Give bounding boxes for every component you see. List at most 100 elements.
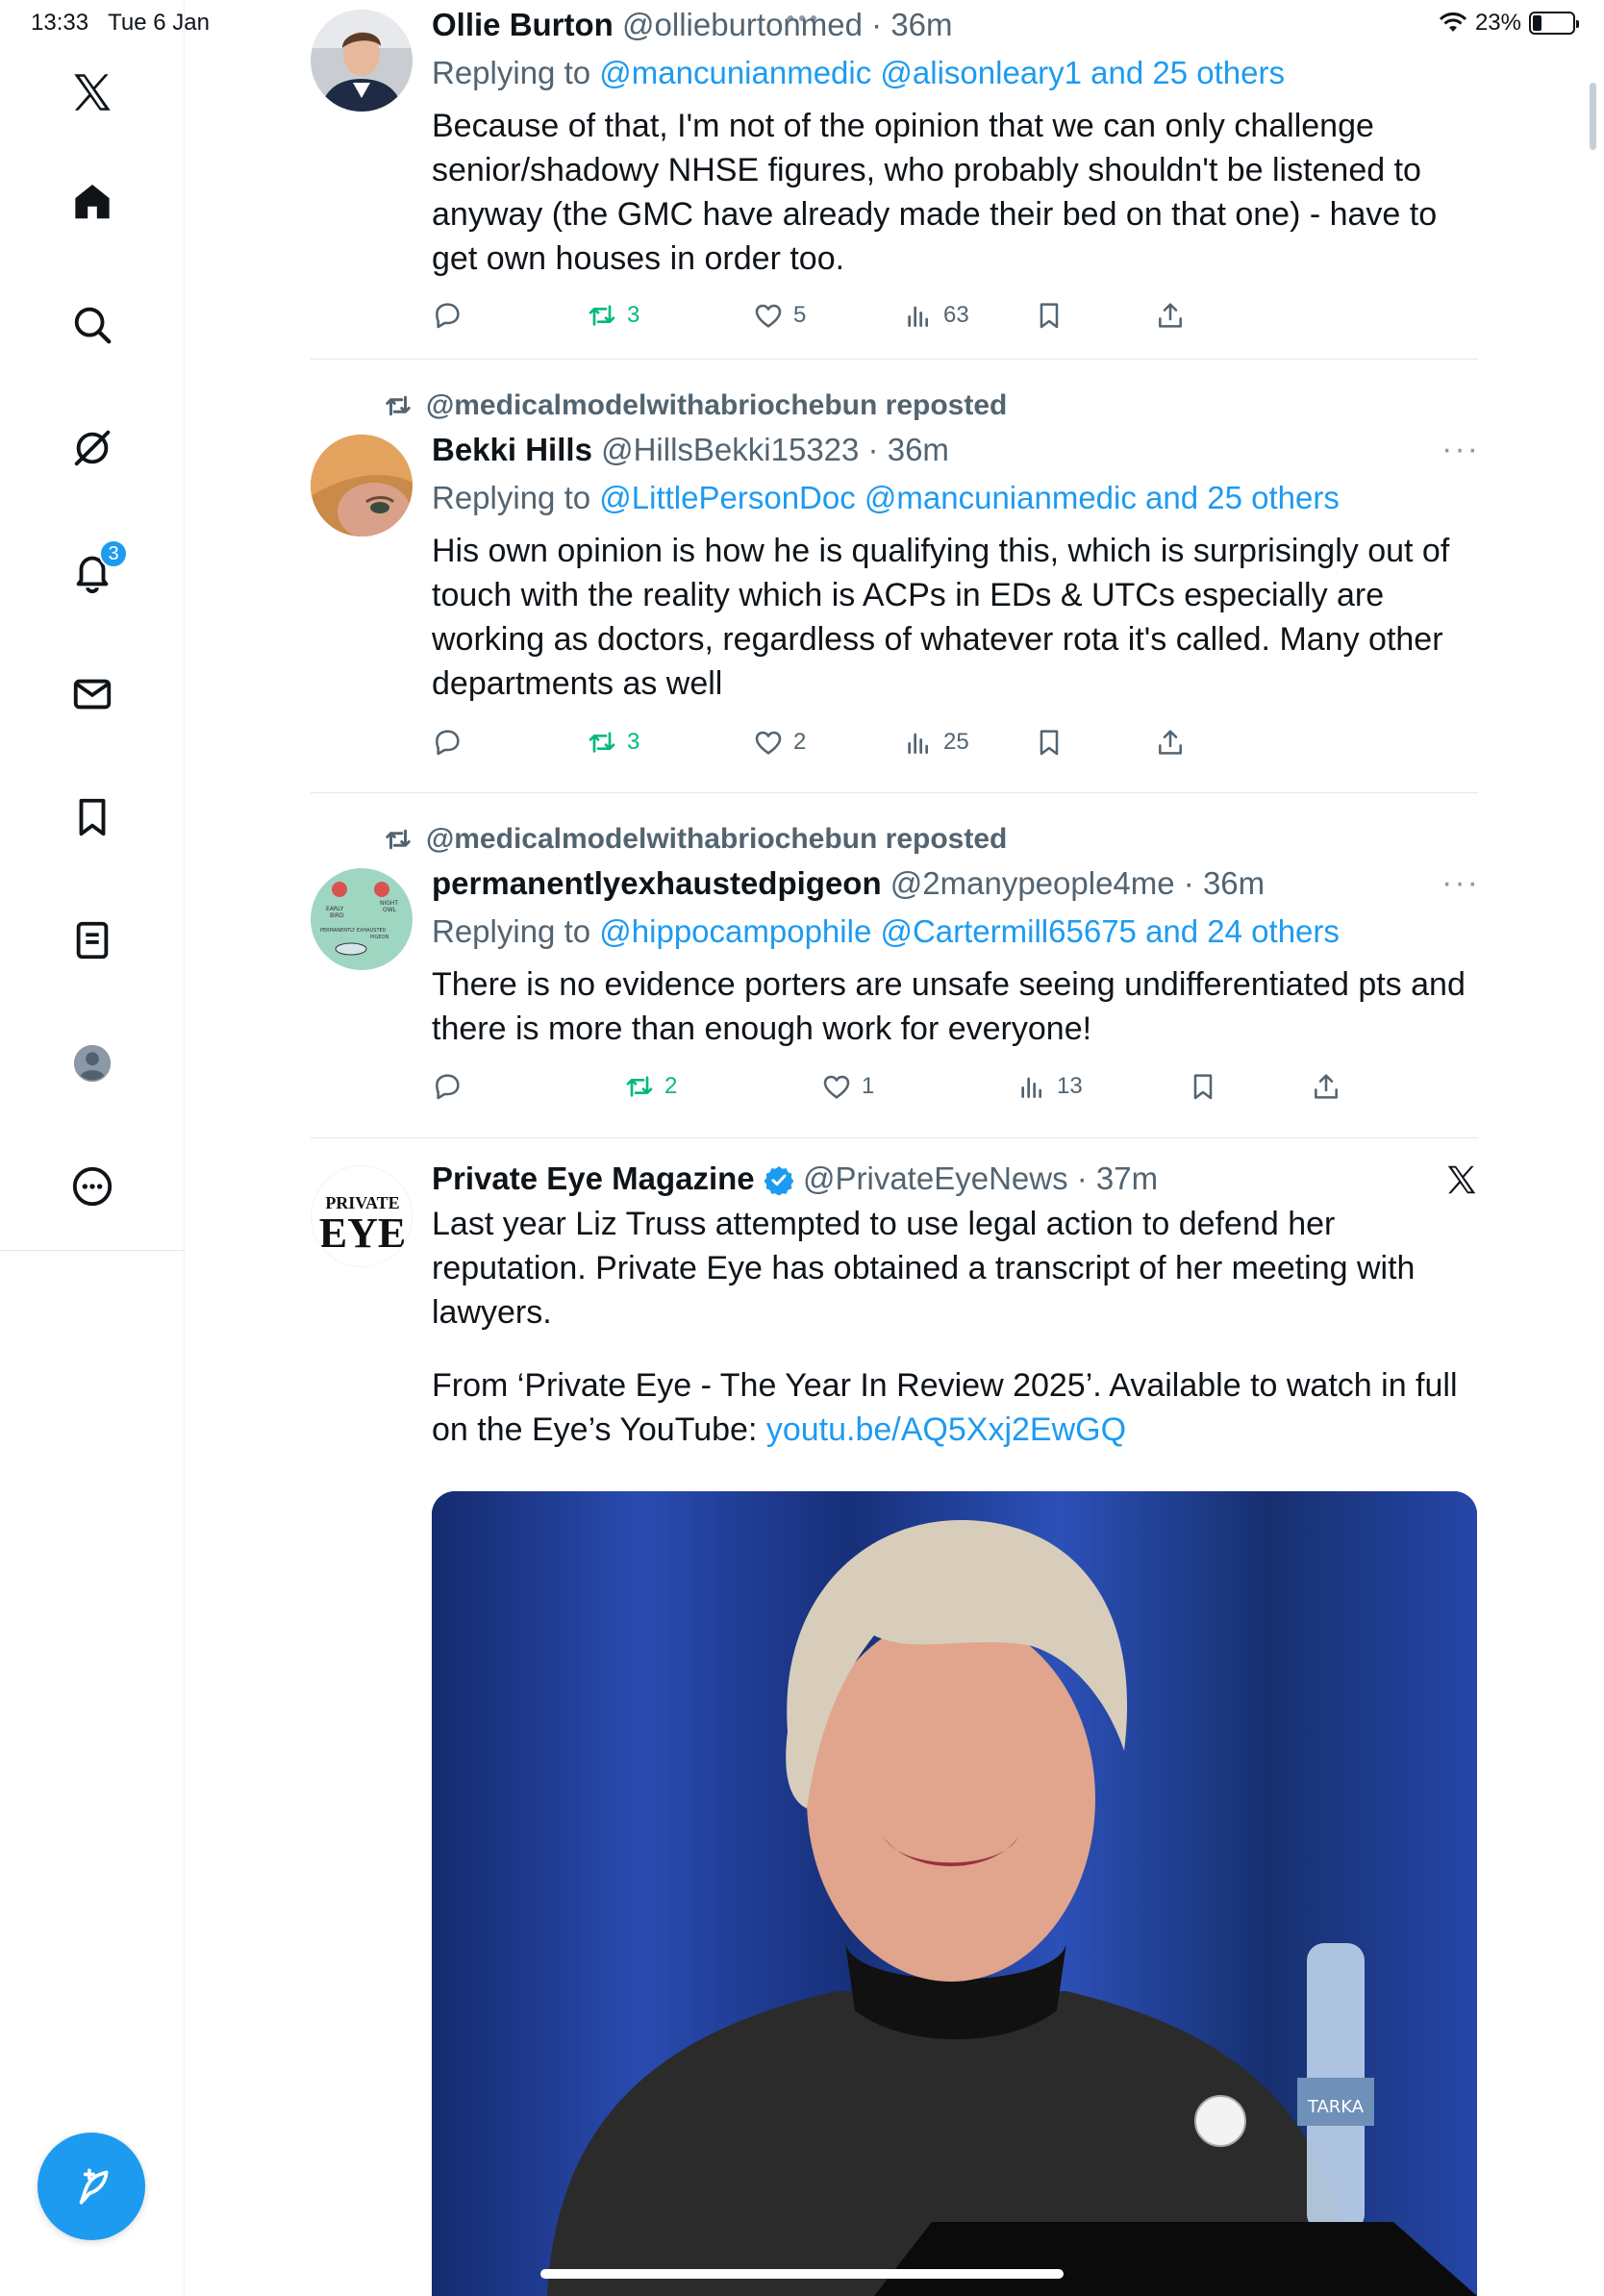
avatar[interactable]: PRIVATE EYE xyxy=(311,1165,413,1267)
replying-to: Replying to @mancunianmedic @alisonleary… xyxy=(432,50,1480,96)
reply-button[interactable] xyxy=(432,300,463,331)
reposted-by: @medicalmodelwithabriochebun reposted xyxy=(426,389,1008,421)
share-button[interactable] xyxy=(1155,727,1186,758)
avatar-label-exhausted: PERMANENTLY EXHAUSTED xyxy=(320,928,387,934)
bookmark-button[interactable] xyxy=(1034,727,1065,758)
avatar-text-eye: EYE xyxy=(319,1210,406,1257)
share-button[interactable] xyxy=(1311,1071,1341,1102)
author-name[interactable]: Bekki Hills xyxy=(432,432,592,467)
heart-icon xyxy=(823,1075,850,1099)
bookmark-button[interactable] xyxy=(1034,300,1065,331)
profile-icon[interactable] xyxy=(60,1031,125,1096)
home-indicator[interactable] xyxy=(540,2269,1064,2279)
analytics-icon xyxy=(908,733,928,754)
avatar[interactable] xyxy=(311,435,413,537)
repost-context[interactable]: @medicalmodelwithabriochebun reposted xyxy=(384,822,1007,857)
notifications-nav[interactable]: 3 xyxy=(60,538,128,604)
bookmark-outline-icon xyxy=(1193,1074,1213,1100)
tweet-divider xyxy=(311,359,1478,360)
repost-context[interactable]: @medicalmodelwithabriochebun reposted xyxy=(384,388,1007,423)
repost-button[interactable]: 3 xyxy=(587,300,639,331)
replying-prefix: Replying to xyxy=(432,480,591,515)
like-count: 2 xyxy=(793,729,807,755)
tweet-divider xyxy=(311,792,1478,793)
analytics-icon xyxy=(1021,1077,1041,1098)
views-button[interactable]: 25 xyxy=(903,727,969,758)
tweet-media-image[interactable]: TARKA xyxy=(432,1491,1477,2296)
author-handle[interactable]: @HillsBekki15323 xyxy=(601,432,859,467)
home-icon[interactable] xyxy=(60,169,125,235)
avatar-label-early: EARLY xyxy=(326,906,344,912)
like-button[interactable]: 5 xyxy=(753,300,806,331)
avatar[interactable]: EARLY BIRD NIGHT OWL PERMANENTLY EXHAUST… xyxy=(311,868,413,970)
battery-percent: 23% xyxy=(1474,10,1521,36)
avatar[interactable] xyxy=(311,10,413,112)
replying-users[interactable]: @LittlePersonDoc @mancunianmedic and 25 … xyxy=(599,480,1340,515)
mail-icon[interactable] xyxy=(60,661,125,727)
x-logo-icon[interactable] xyxy=(60,60,125,125)
repost-small-icon xyxy=(386,829,411,850)
reply-button[interactable] xyxy=(432,1071,463,1102)
heart-icon xyxy=(755,731,782,755)
bookmark-outline-icon xyxy=(1040,730,1059,756)
reply-icon xyxy=(436,303,460,329)
bookmark-outline-icon xyxy=(1040,303,1059,329)
tweet-actions: 3 5 63 xyxy=(432,300,1201,338)
view-count: 25 xyxy=(943,729,969,755)
x-brand-icon[interactable] xyxy=(1443,1161,1480,1203)
like-button[interactable]: 1 xyxy=(821,1071,874,1102)
youtube-link[interactable]: youtu.be/AQ5Xxj2EwGQ xyxy=(766,1411,1126,1448)
repost-count: 3 xyxy=(627,302,640,328)
search-icon[interactable] xyxy=(60,292,125,358)
reply-icon xyxy=(436,1074,460,1100)
tweet-time[interactable]: 36m xyxy=(888,432,949,467)
tweet-text-2: From ‘Private Eye - The Year In Review 2… xyxy=(432,1363,1480,1452)
bookmark-button[interactable] xyxy=(1188,1071,1218,1102)
notification-badge: 3 xyxy=(99,539,128,568)
author-name[interactable]: Private Eye Magazine xyxy=(432,1160,755,1196)
replying-users[interactable]: @mancunianmedic @alisonleary1 and 25 oth… xyxy=(599,55,1285,90)
avatar-label-owl: OWL xyxy=(383,907,397,913)
compose-icon xyxy=(79,2168,109,2205)
author-name[interactable]: permanentlyexhaustedpigeon xyxy=(432,865,882,901)
more-options-icon[interactable]: ··· xyxy=(1441,431,1480,468)
more-options-icon[interactable]: ··· xyxy=(1441,864,1480,902)
author-handle[interactable]: @2manypeople4me xyxy=(890,865,1175,901)
tweet-text: There is no evidence porters are unsafe … xyxy=(432,966,1466,1047)
like-button[interactable]: 2 xyxy=(753,727,806,758)
tweet-header: Bekki Hills @HillsBekki15323 · 36m xyxy=(432,432,949,467)
author-name[interactable]: Ollie Burton xyxy=(432,7,614,42)
views-button[interactable]: 63 xyxy=(903,300,969,331)
share-icon xyxy=(1315,1074,1338,1099)
more-icon[interactable] xyxy=(60,1154,125,1219)
grok-icon[interactable] xyxy=(60,415,125,481)
scrollbar[interactable] xyxy=(1590,83,1596,150)
replying-to: Replying to @hippocampophile @Cartermill… xyxy=(432,909,1480,955)
tweet-divider xyxy=(311,1137,1478,1138)
avatar-label-bird: BIRD xyxy=(330,912,344,919)
analytics-icon xyxy=(908,306,928,327)
compose-button[interactable] xyxy=(38,2133,145,2240)
author-handle[interactable]: @PrivateEyeNews xyxy=(803,1160,1068,1196)
tweet-text: Last year Liz Truss attempted to use leg… xyxy=(432,1206,1416,1331)
repost-button[interactable]: 2 xyxy=(624,1071,677,1102)
lists-icon[interactable] xyxy=(60,908,125,973)
tweet-time[interactable]: 36m xyxy=(890,7,952,42)
repost-small-icon xyxy=(386,395,411,416)
tweet-time[interactable]: 36m xyxy=(1203,865,1265,901)
repost-icon xyxy=(626,1076,653,1097)
repost-button[interactable]: 3 xyxy=(587,727,639,758)
share-button[interactable] xyxy=(1155,300,1186,331)
replying-to: Replying to @LittlePersonDoc @mancunianm… xyxy=(432,475,1480,521)
reply-button[interactable] xyxy=(432,727,463,758)
tweet-header: permanentlyexhaustedpigeon @2manypeople4… xyxy=(432,865,1266,901)
share-icon xyxy=(1159,730,1182,755)
repost-icon xyxy=(589,305,615,326)
tweet-actions: 2 1 13 xyxy=(432,1071,1490,1110)
author-handle[interactable]: @ollieburtonmed xyxy=(622,7,863,42)
battery-icon xyxy=(1529,12,1579,35)
bookmark-icon[interactable] xyxy=(60,785,125,850)
replying-users[interactable]: @hippocampophile @Cartermill65675 and 24… xyxy=(599,913,1340,949)
tweet-time[interactable]: 37m xyxy=(1096,1160,1158,1196)
views-button[interactable]: 13 xyxy=(1016,1071,1083,1102)
